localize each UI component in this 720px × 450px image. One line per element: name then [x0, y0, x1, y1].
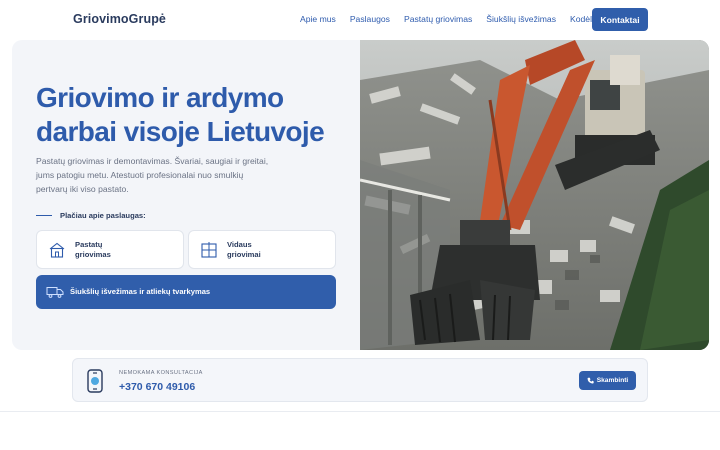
service-card-interior[interactable]: Vidaus griovimai: [188, 230, 336, 269]
excavator-illustration: [360, 40, 709, 350]
contact-button[interactable]: Kontaktai: [592, 8, 648, 31]
hero-title-line1: Griovimo ir ardymo: [36, 82, 284, 113]
call-button-label: Skambinti: [596, 377, 629, 384]
services-heading-label: Plačiau apie paslaugas:: [60, 211, 146, 220]
site-header: GriovimoGrupė Apie mus Paslaugos Pastatų…: [0, 0, 720, 38]
service-card-line2: griovimai: [227, 250, 261, 259]
hero-lead: Pastatų griovimas ir demontavimas. Švari…: [36, 154, 281, 196]
service-card-demolition[interactable]: Pastatų griovimas: [36, 230, 184, 269]
hero-title: Griovimo ir ardymo darbai visoje Lietuvo…: [36, 81, 346, 149]
service-card-line1: Pastatų: [75, 240, 103, 249]
hero-lead-line3: pertvarų iki viso pastato.: [36, 184, 129, 194]
service-card-label: Pastatų griovimas: [75, 240, 155, 260]
house-icon: [49, 242, 65, 258]
service-card-line2: griovimas: [75, 250, 111, 259]
call-button[interactable]: Skambinti: [579, 371, 636, 390]
call-icon: [587, 377, 594, 384]
truck-icon: [46, 287, 64, 298]
hero-title-line2: darbai visoje Lietuvoje: [36, 116, 325, 147]
hero-content: Griovimo ir ardymo darbai visoje Lietuvo…: [12, 40, 360, 350]
nav-link-waste[interactable]: Šiukšlių išvežimas: [486, 14, 556, 24]
hero-lead-line1: Pastatų griovimas ir demontavimas. Švari…: [36, 156, 269, 166]
service-card-line1: Vidaus: [227, 240, 252, 249]
main-nav: Apie mus Paslaugos Pastatų griovimas Šiu…: [300, 14, 625, 24]
hero-demolition-photo: [360, 40, 709, 350]
service-card-waste-label: Šiukšlių išvežimas ir atliekų tvarkymas: [70, 287, 211, 296]
phone-number[interactable]: +370 670 49106: [119, 381, 195, 393]
site-logo[interactable]: GriovimoGrupė: [73, 12, 166, 26]
nav-link-about[interactable]: Apie mus: [300, 14, 336, 24]
phone-icon: [87, 369, 103, 393]
consultation-bar: NEMOKAMA KONSULTACIJA +370 670 49106 Ska…: [72, 358, 648, 402]
consultation-caption: NEMOKAMA KONSULTACIJA: [119, 370, 203, 376]
services-heading: Plačiau apie paslaugas:: [36, 211, 146, 220]
nav-link-services[interactable]: Paslaugos: [350, 14, 390, 24]
service-card-label: Vidaus griovimai: [227, 240, 307, 260]
interior-icon: [201, 242, 217, 258]
heading-line: [36, 214, 52, 217]
hero-section: Griovimo ir ardymo darbai visoje Lietuvo…: [12, 40, 709, 350]
service-card-waste[interactable]: Šiukšlių išvežimas ir atliekų tvarkymas: [36, 275, 336, 309]
nav-link-demolition[interactable]: Pastatų griovimas: [404, 14, 472, 24]
hero-lead-line2: jums patogiu metu. Atestuoti profesional…: [36, 170, 244, 180]
section-divider: [0, 411, 720, 412]
